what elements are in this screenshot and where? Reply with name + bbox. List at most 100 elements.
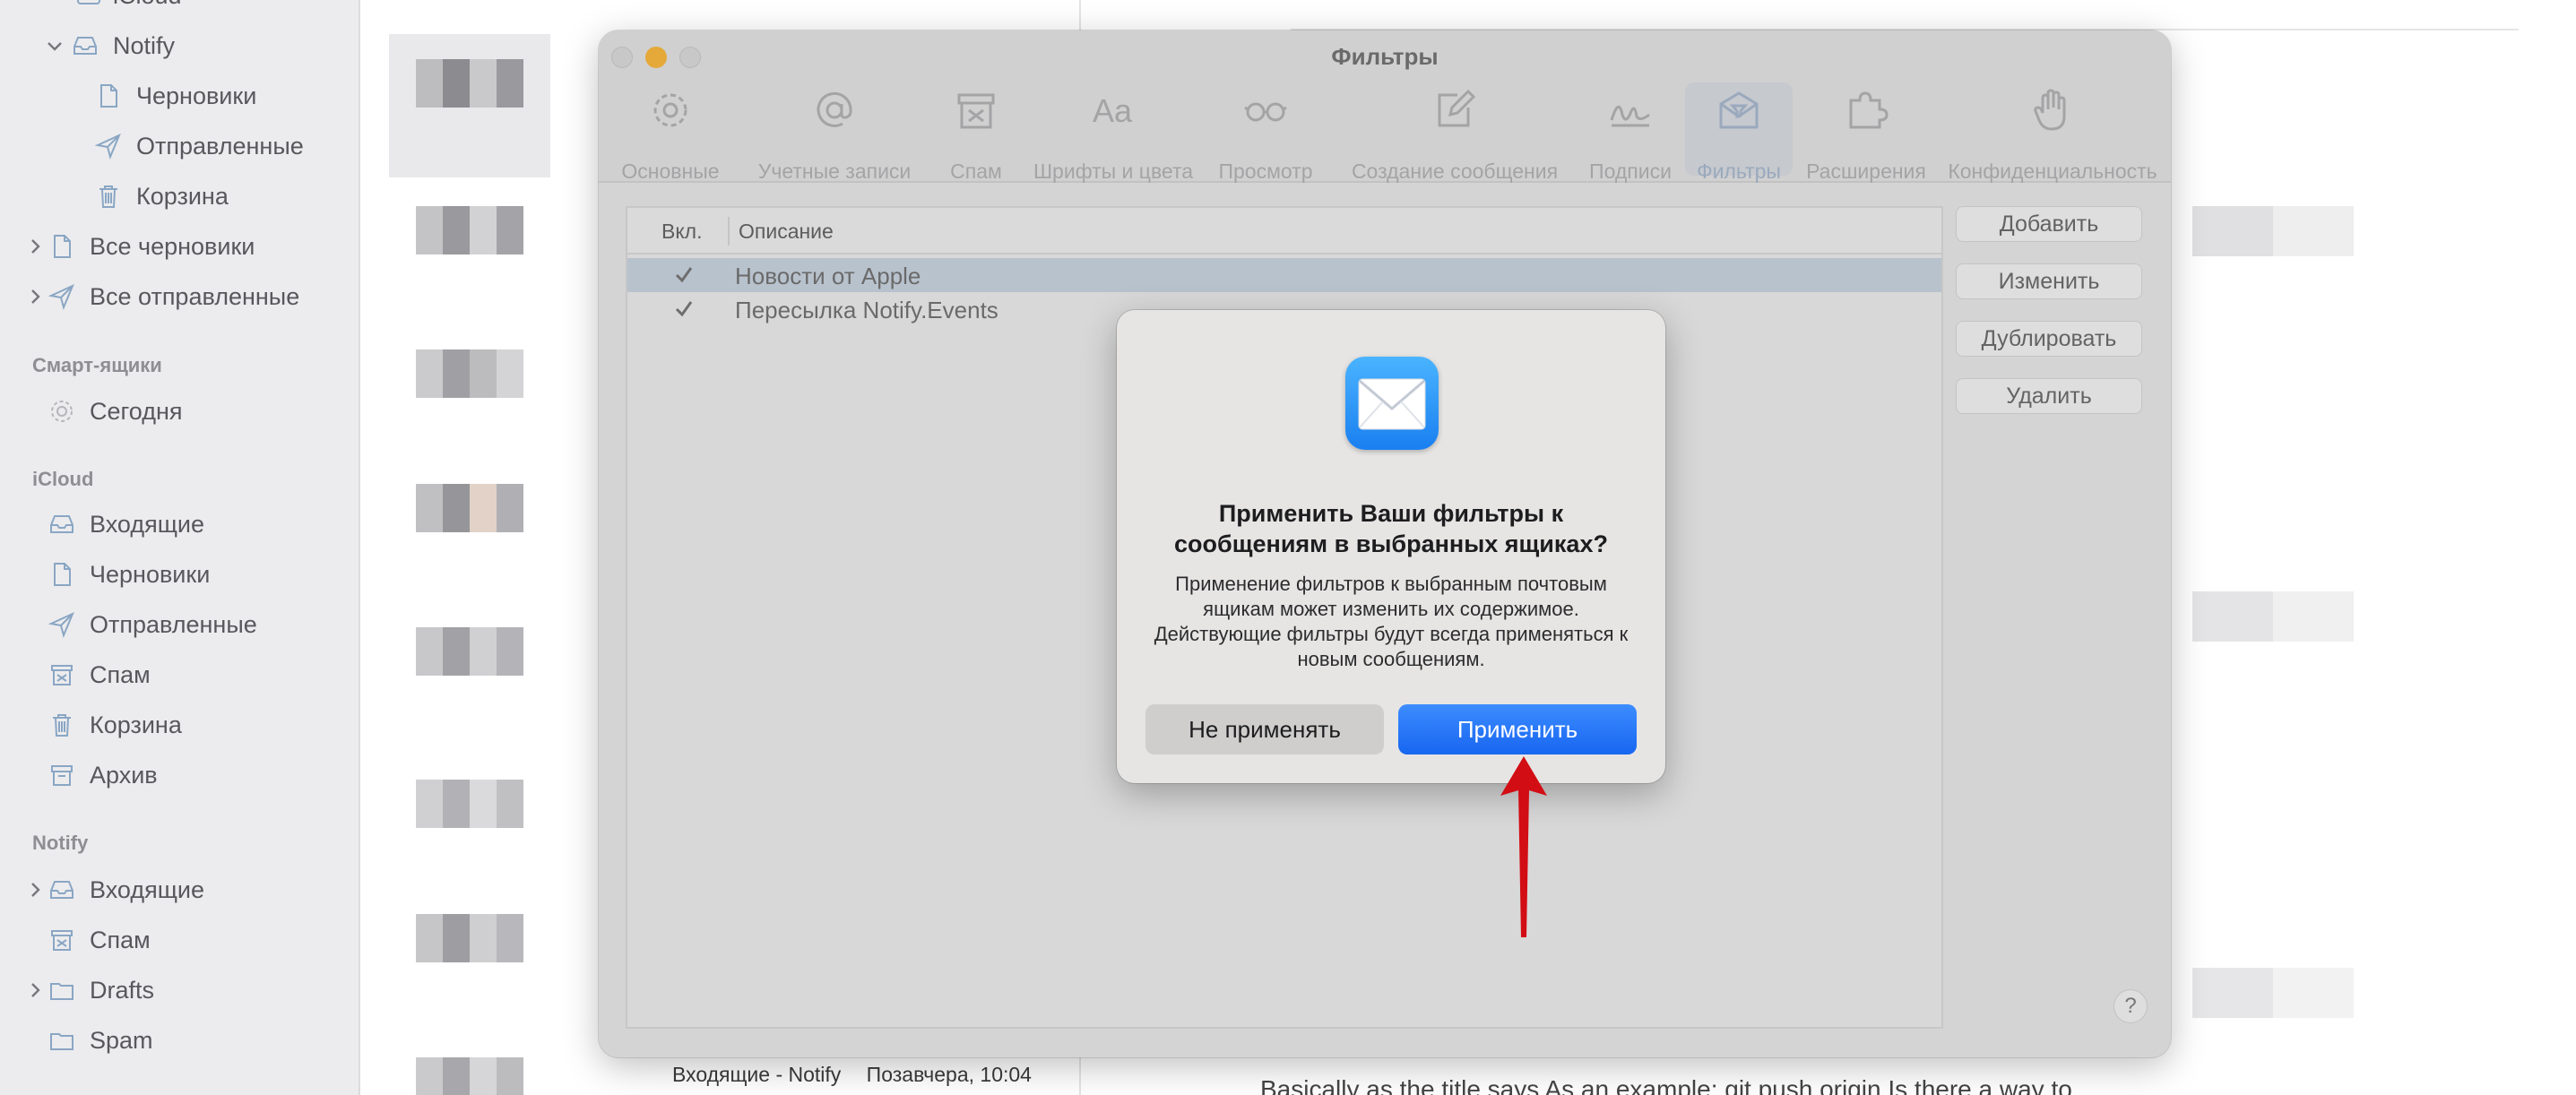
chevron-down-icon[interactable] <box>45 36 65 56</box>
apply-button[interactable]: Применить <box>1398 704 1637 754</box>
folder-icon <box>50 1033 73 1050</box>
alert-title: Применить Ваши фильтры к сообщениям в вы… <box>1174 500 1608 557</box>
inbox-icon <box>50 881 73 899</box>
sidebar-item-icloud-top[interactable]: iCloud <box>0 0 359 18</box>
tab-rules[interactable]: Фильтры <box>1685 82 1793 183</box>
edit-rule-button[interactable]: Изменить <box>1956 263 2142 299</box>
checkbox-enabled[interactable] <box>672 297 696 321</box>
sent-icon <box>95 134 121 160</box>
tab-privacy[interactable]: Конфиденциальность <box>1943 82 2162 183</box>
sidebar: iCloud Notify Черновики Отправленные Кор… <box>0 0 360 1095</box>
sidebar-item-label: Drafts <box>90 976 155 1004</box>
avatar <box>416 1057 523 1095</box>
puzzle-icon <box>1849 91 1889 129</box>
tab-label: Просмотр <box>1218 160 1313 183</box>
draft-icon <box>54 235 71 258</box>
filter-envelope-icon <box>1719 91 1759 129</box>
inbox-icon <box>50 515 73 533</box>
rule-description: Пересылка Notify.Events <box>735 297 998 323</box>
window-toolbar: Фильтры Основные Учетные записи Спам Aa … <box>599 30 2171 183</box>
sidebar-item-label: Входящие <box>90 510 205 538</box>
trash-icon <box>99 185 117 208</box>
sidebar-item-icloud-inbox[interactable]: Входящие <box>0 502 359 547</box>
tab-accounts[interactable]: Учетные записи <box>735 82 934 183</box>
sidebar-account-notify[interactable]: Notify <box>0 23 359 68</box>
glasses-icon <box>1244 102 1287 122</box>
sidebar-item-icloud-trash[interactable]: Корзина <box>0 703 359 747</box>
sidebar-item-notify-drafts[interactable]: Черновики <box>0 73 359 118</box>
chevron-right-icon[interactable] <box>25 237 45 256</box>
sidebar-item-icloud-drafts[interactable]: Черновики <box>0 552 359 597</box>
avatar <box>416 349 523 398</box>
table-header: Вкл. Описание <box>627 208 1941 254</box>
column-header-description[interactable]: Описание <box>739 220 834 244</box>
chevron-right-icon[interactable] <box>25 880 45 900</box>
gear-icon <box>653 93 687 127</box>
tab-junk[interactable]: Спам <box>936 82 1016 183</box>
column-header-enabled[interactable]: Вкл. <box>661 220 702 244</box>
tab-label: Учетные записи <box>757 160 912 183</box>
dont-apply-button[interactable]: Не применять <box>1145 704 1384 754</box>
remove-rule-button[interactable]: Удалить <box>1956 378 2142 414</box>
folder-icon <box>50 983 73 1000</box>
section-header-icloud: iCloud <box>32 468 94 490</box>
tab-label: Спам <box>950 160 1002 183</box>
sidebar-item-all-drafts[interactable]: Все черновики <box>0 224 359 269</box>
gear-icon <box>51 401 73 422</box>
chevron-right-icon[interactable] <box>25 980 45 1000</box>
add-rule-button[interactable]: Добавить <box>1956 206 2142 242</box>
section-header-smart-mailboxes: Смарт-ящики <box>32 354 162 376</box>
envelope-icon <box>1358 378 1426 430</box>
sidebar-item-notify-drafts-folder[interactable]: Drafts <box>0 968 359 1013</box>
mail-app-icon <box>1345 357 1439 450</box>
sidebar-item-notify-sent[interactable]: Отправленные <box>0 124 359 168</box>
sidebar-item-icloud-archive[interactable]: Архив <box>0 753 359 798</box>
sidebar-item-label: Спам <box>90 926 151 953</box>
duplicate-rule-button[interactable]: Дублировать <box>1956 321 2142 357</box>
tab-general[interactable]: Основные <box>608 82 733 183</box>
help-button[interactable]: ? <box>2114 989 2148 1023</box>
sidebar-item-label: Spam <box>90 1026 153 1054</box>
tab-composing[interactable]: Создание сообщения <box>1332 82 1578 183</box>
tab-label: Создание сообщения <box>1351 160 1559 183</box>
avatar <box>416 206 523 254</box>
sidebar-item-notify-spam-folder[interactable]: Spam <box>0 1018 359 1063</box>
chevron-right-icon[interactable] <box>25 287 45 306</box>
sidebar-item-label: Отправленные <box>90 610 257 638</box>
sidebar-item-notify-inbox[interactable]: Входящие <box>0 867 359 912</box>
rule-description: Новости от Apple <box>735 263 921 289</box>
table-row[interactable]: Новости от Apple <box>627 258 1941 292</box>
sidebar-item-icloud-sent[interactable]: Отправленные <box>0 602 359 647</box>
tab-label: Подписи <box>1589 160 1672 183</box>
sidebar-item-label: Черновики <box>136 82 257 109</box>
tab-label: Расширения <box>1806 160 1926 183</box>
sidebar-item-label: Входящие <box>90 875 205 903</box>
sidebar-item-today[interactable]: Сегодня <box>0 389 359 434</box>
blurred-content <box>2192 206 2354 256</box>
sidebar-item-label: Отправленные <box>136 132 304 160</box>
sidebar-item-all-sent[interactable]: Все отправленные <box>0 274 359 319</box>
sidebar-item-notify-trash[interactable]: Корзина <box>0 174 359 219</box>
checkbox-enabled[interactable] <box>672 263 696 287</box>
sidebar-item-label: Корзина <box>90 711 182 738</box>
blurred-content <box>2192 591 2354 642</box>
junk-icon <box>51 665 73 685</box>
tab-extensions[interactable]: Расширения <box>1794 82 1938 183</box>
inbox-icon <box>77 0 100 4</box>
tab-label: Фильтры <box>1697 160 1781 183</box>
blurred-content <box>2192 968 2354 1018</box>
draft-icon <box>100 84 117 108</box>
tab-label: Основные <box>621 160 720 183</box>
window-title: Фильтры <box>1331 43 1439 70</box>
tab-fonts-colors[interactable]: Aa Шрифты и цвета <box>1024 82 1203 183</box>
sidebar-item-icloud-junk[interactable]: Спам <box>0 652 359 697</box>
svg-text:Aa: Aa <box>1093 92 1133 129</box>
tab-viewing[interactable]: Просмотр <box>1205 82 1327 183</box>
avatar <box>416 484 523 532</box>
footer-timestamp: Позавчера, 10:04 <box>866 1063 1032 1086</box>
alert-message: Применение фильтров к выбранным почтовым… <box>1154 573 1629 670</box>
signature-icon <box>1610 105 1650 127</box>
sidebar-item-notify-junk[interactable]: Спам <box>0 918 359 962</box>
tab-signatures[interactable]: Подписи <box>1579 82 1681 183</box>
sent-icon <box>48 612 74 638</box>
